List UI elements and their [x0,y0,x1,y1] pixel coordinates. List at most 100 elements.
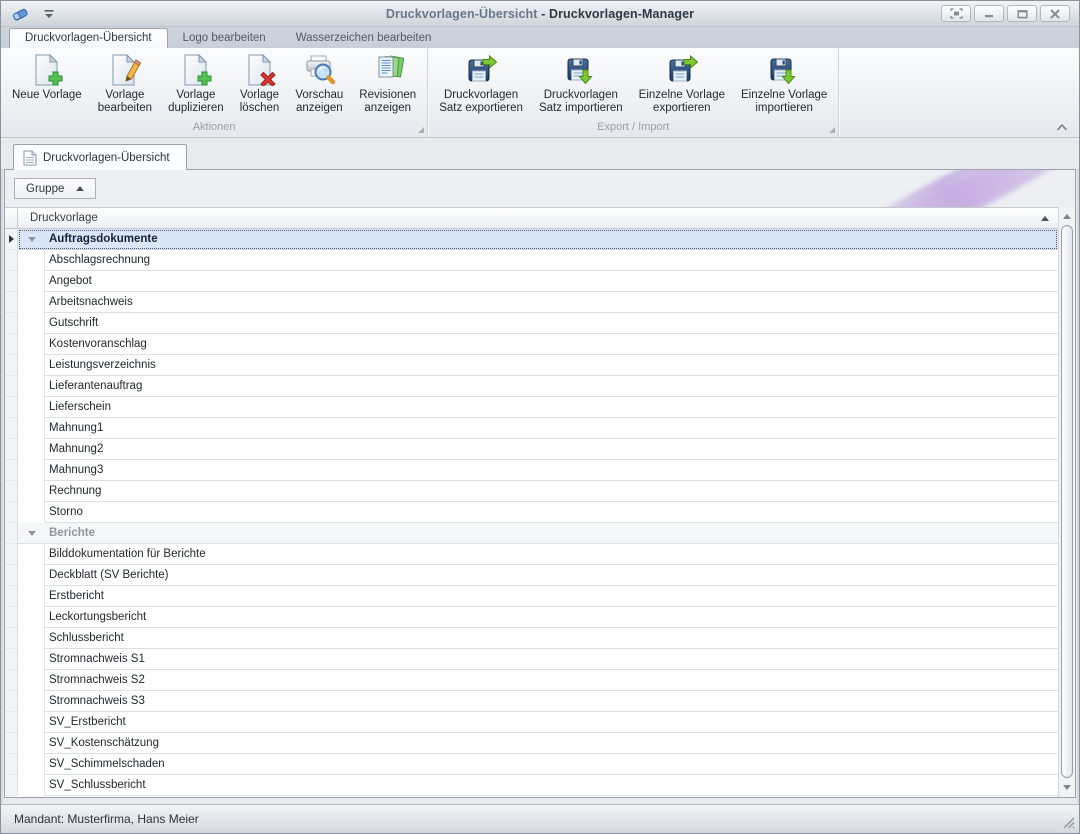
row-label: Lieferschein [45,397,1058,418]
row-indicator-cell [5,544,18,565]
expand-cell [18,712,45,733]
export-single-button[interactable]: Einzelne Vorlageexportieren [631,48,733,117]
collapse-group-icon[interactable] [28,237,36,242]
tab-druckvorlagen-uebersicht[interactable]: Druckvorlagen-Übersicht [13,144,187,170]
expand-cell[interactable] [18,523,45,544]
minimize-icon [984,9,994,18]
group-by-label: Gruppe [26,183,64,195]
table-row[interactable]: Erstbericht [5,586,1058,607]
scrollbar-thumb[interactable] [1061,225,1073,778]
table-row[interactable]: Deckblatt (SV Berichte) [5,565,1058,586]
expand-cell[interactable] [18,229,45,250]
table-row[interactable]: Bilddokumentation für Berichte [5,544,1058,565]
table-row[interactable]: Leckortungsbericht [5,607,1058,628]
table-row[interactable]: Arbeitsnachweis [5,292,1058,313]
import-single-button[interactable]: Einzelne Vorlageimportieren [733,48,835,117]
table-row[interactable]: Mahnung1 [5,418,1058,439]
table-row[interactable]: Angebot [5,271,1058,292]
table-row[interactable]: Stromnachweis S2 [5,670,1058,691]
ribbon-button-label: Revisionenanzeigen [359,89,416,115]
minimize-button[interactable] [974,5,1004,22]
row-label: Bilddokumentation für Berichte [45,544,1058,565]
row-label: Mahnung2 [45,439,1058,460]
group-row[interactable]: Auftragsdokumente [5,229,1058,250]
table-row[interactable]: Stromnachweis S1 [5,649,1058,670]
expand-cell [18,733,45,754]
expand-cell [18,481,45,502]
export-set-button[interactable]: DruckvorlagenSatz exportieren [431,48,531,117]
revisions-button[interactable]: Revisionenanzeigen [351,48,424,117]
group-by-gruppe-button[interactable]: Gruppe [14,178,96,199]
table-row[interactable]: Gutschrift [5,313,1058,334]
vertical-scrollbar[interactable] [1058,207,1075,797]
row-indicator-cell [5,649,18,670]
row-indicator-cell [5,733,18,754]
scroll-up-icon[interactable] [1063,214,1071,219]
delete-template-button[interactable]: Vorlagelöschen [232,48,288,117]
quick-access-dropdown-icon[interactable] [43,9,55,19]
expand-cell [18,628,45,649]
document-tab-label: Druckvorlagen-Übersicht [43,152,170,164]
ribbon-content: Neue VorlageVorlagebearbeitenVorlagedupl… [1,48,1079,138]
ribbon-tab-0[interactable]: Druckvorlagen-Übersicht [9,28,168,48]
table-row[interactable]: Leistungsverzeichnis [5,355,1058,376]
table-row[interactable]: Kostenvoranschlag [5,334,1058,355]
row-indicator-cell [5,523,18,544]
scroll-down-icon[interactable] [1063,785,1071,790]
duplicate-template-button[interactable]: Vorlageduplizieren [160,48,232,117]
ribbon-group: DruckvorlagenSatz exportierenDruckvorlag… [428,48,839,137]
edit-template-button[interactable]: Vorlagebearbeiten [90,48,160,117]
table-row[interactable]: Stromnachweis S3 [5,691,1058,712]
grid-header-row: Druckvorlage [5,207,1058,229]
resize-grip[interactable] [1061,815,1076,830]
expand-cell [18,418,45,439]
table-row[interactable]: Rechnung [5,481,1058,502]
fit-screen-button[interactable] [941,5,971,22]
row-indicator-cell [5,334,18,355]
expand-cell [18,439,45,460]
expand-cell [18,250,45,271]
row-indicator-cell [5,271,18,292]
floppy-import-icon [565,54,597,86]
expand-cell [18,607,45,628]
content-panel: Gruppe Druckvorlage AuftragsdokumenteAbs… [4,169,1076,798]
table-row[interactable]: SV_Schlussbericht [5,775,1058,796]
ribbon-tab-2[interactable]: Wasserzeichen bearbeiten [281,29,447,48]
document-tab-strip: Druckvorlagen-Übersicht [1,138,1079,169]
window-title-document: Druckvorlagen-Übersicht [386,7,538,21]
import-set-button[interactable]: DruckvorlagenSatz importieren [531,48,631,117]
table-row[interactable]: Storno [5,502,1058,523]
row-label: SV_Kostenschätzung [45,733,1058,754]
expand-cell [18,565,45,586]
row-label: Angebot [45,271,1058,292]
ribbon-button-label: Vorschauanzeigen [295,89,343,115]
table-row[interactable]: Lieferantenauftrag [5,376,1058,397]
ribbon-tab-1[interactable]: Logo bearbeiten [168,29,281,48]
table-row[interactable]: Abschlagsrechnung [5,250,1058,271]
table-row[interactable]: Mahnung3 [5,460,1058,481]
close-icon [1050,9,1060,19]
column-header-label: Druckvorlage [30,212,98,224]
group-row[interactable]: Berichte [5,523,1058,544]
dialog-launcher-icon[interactable] [418,127,424,133]
title-bar[interactable]: Druckvorlagen-Übersicht - Druckvorlagen-… [1,1,1079,27]
column-header-druckvorlage[interactable]: Druckvorlage [18,208,1058,228]
table-row[interactable]: Schlussbericht [5,628,1058,649]
print-preview-icon [303,54,335,86]
table-row[interactable]: SV_Schimmelschaden [5,754,1058,775]
close-button[interactable] [1040,5,1070,22]
table-row[interactable]: Lieferschein [5,397,1058,418]
table-row[interactable]: SV_Kostenschätzung [5,733,1058,754]
table-row[interactable]: Mahnung2 [5,439,1058,460]
ribbon-collapse-icon[interactable] [1055,122,1069,132]
row-indicator-cell [5,754,18,775]
new-template-button[interactable]: Neue Vorlage [4,48,90,104]
expand-cell [18,670,45,691]
row-label: Gutschrift [45,313,1058,334]
dialog-launcher-icon[interactable] [829,127,835,133]
preview-button[interactable]: Vorschauanzeigen [287,48,351,117]
table-row[interactable]: SV_Erstbericht [5,712,1058,733]
maximize-button[interactable] [1007,5,1037,22]
collapse-group-icon[interactable] [28,531,36,536]
grid: Druckvorlage AuftragsdokumenteAbschlagsr… [5,207,1075,797]
